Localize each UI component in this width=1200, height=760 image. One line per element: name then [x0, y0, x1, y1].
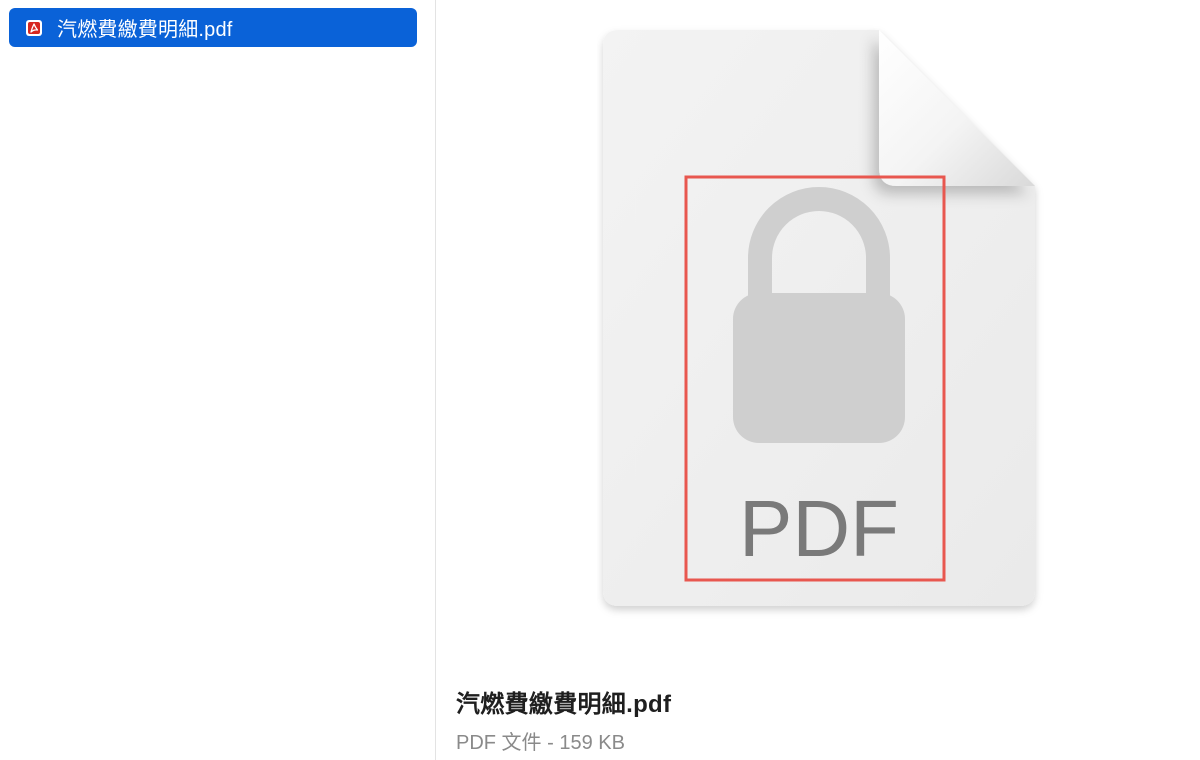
lock-body	[733, 293, 905, 443]
file-list-column[interactable]: 汽燃費繳費明細.pdf	[0, 0, 436, 760]
file-list-item-selected[interactable]: 汽燃費繳費明細.pdf	[9, 8, 417, 47]
pdf-file-icon	[24, 18, 44, 38]
finder-window: 汽燃費繳費明細.pdf PDF 汽燃費繳費明細.pdf PDF 文件 - 159…	[0, 0, 1200, 760]
locked-pdf-document-icon: PDF	[603, 30, 1035, 606]
preview-pane: PDF 汽燃費繳費明細.pdf PDF 文件 - 159 KB	[437, 0, 1200, 760]
preview-file-info: PDF 文件 - 159 KB	[456, 732, 625, 754]
pdf-label: PDF	[739, 484, 899, 573]
preview-file-name: 汽燃費繳費明細.pdf	[456, 691, 672, 718]
folded-corner	[879, 30, 1035, 186]
file-list-item-label: 汽燃費繳費明細.pdf	[57, 19, 233, 41]
